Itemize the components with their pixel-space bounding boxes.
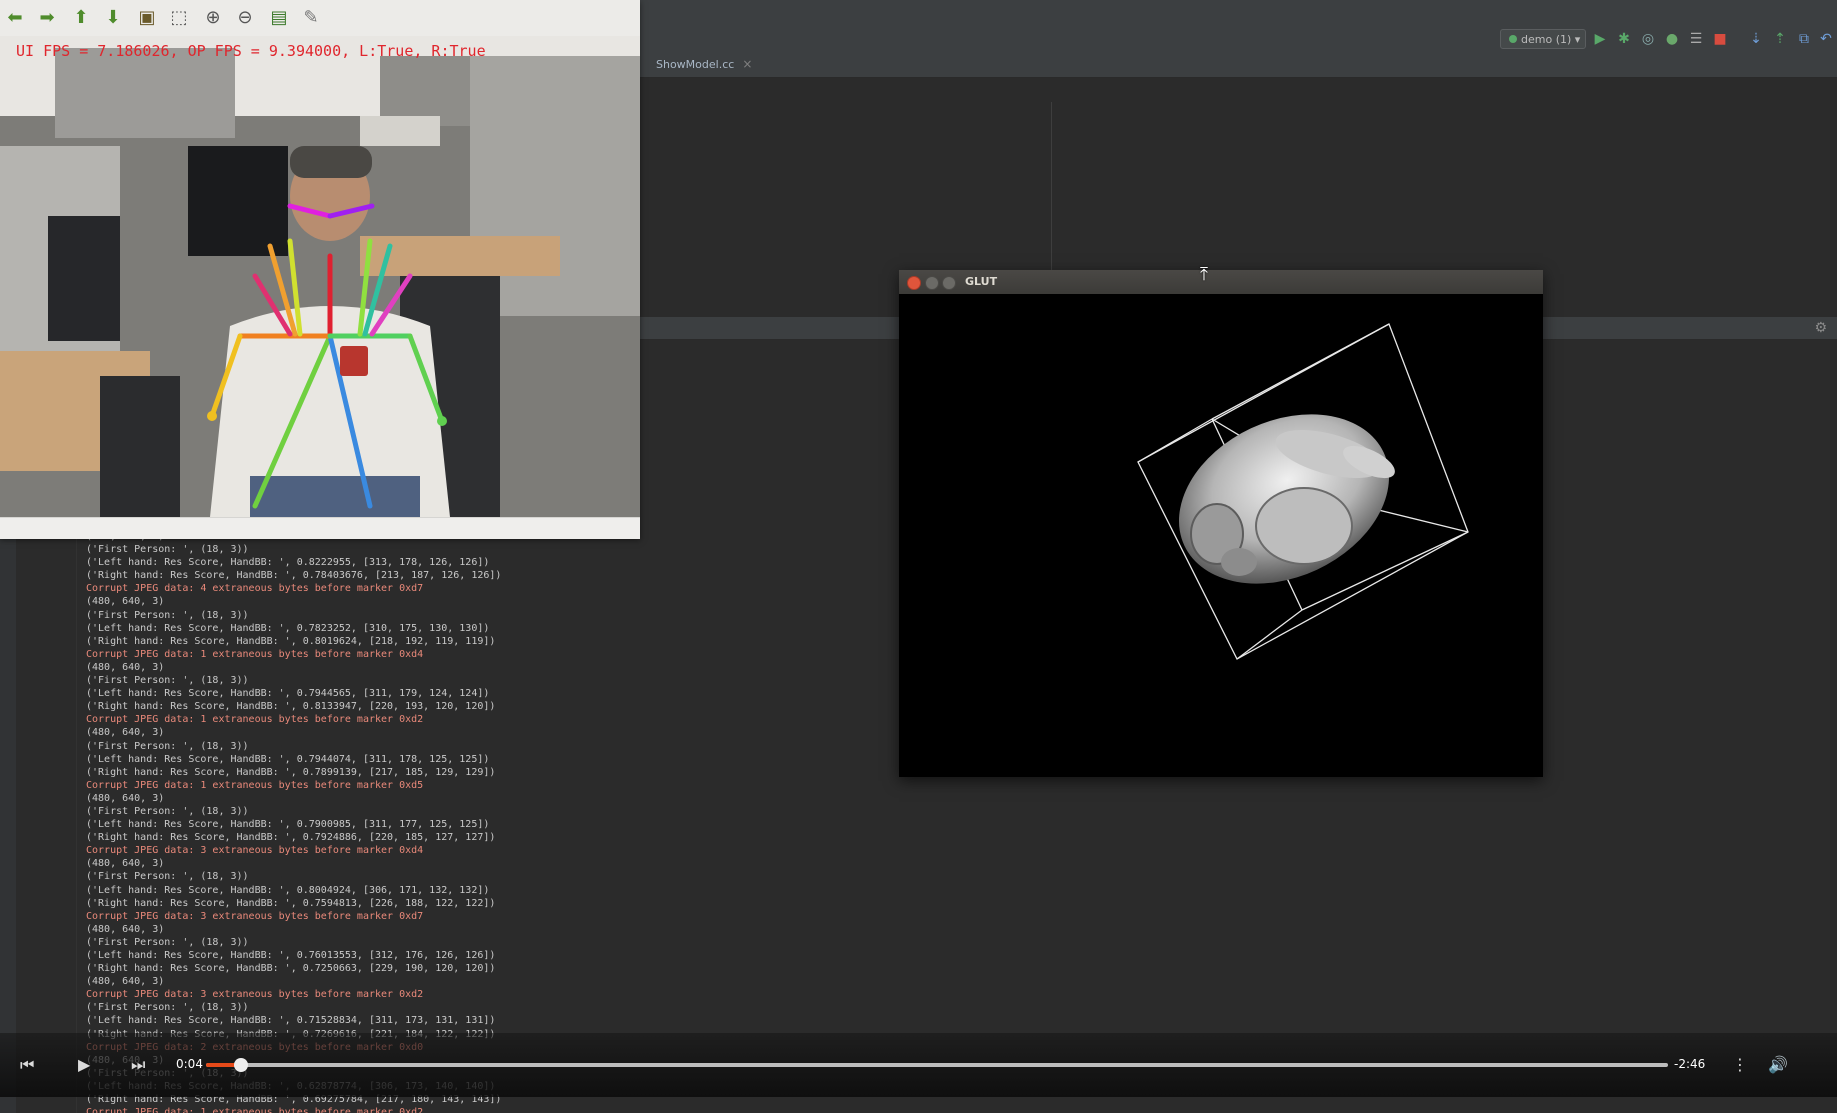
- glut-canvas[interactable]: [899, 294, 1543, 777]
- skip-next-icon[interactable]: ⏭: [131, 1055, 145, 1075]
- console-line: ('First Person: ', (18, 3)): [86, 936, 249, 948]
- save-icon[interactable]: ▤: [268, 8, 290, 28]
- coverage-icon[interactable]: ◎: [1640, 31, 1656, 47]
- console-line: Corrupt JPEG data: 3 extraneous bytes be…: [86, 910, 424, 922]
- console-line: Corrupt JPEG data: 3 extraneous bytes be…: [86, 989, 424, 1001]
- console-line: ('First Person: ', (18, 3)): [86, 544, 249, 556]
- console-line: (480, 640, 3): [86, 923, 165, 935]
- console-line: ('Left hand: Res Score, HandBB: ', 0.715…: [86, 1015, 496, 1027]
- console-line: (480, 640, 3): [86, 727, 165, 739]
- close-tab-icon[interactable]: ×: [742, 57, 752, 71]
- resize-cursor-icon: ⤒: [1200, 264, 1208, 285]
- vcs-history-icon[interactable]: ⧉: [1796, 31, 1812, 47]
- console-line: ('First Person: ', (18, 3)): [86, 740, 249, 752]
- run-config-label: demo (1): [1521, 33, 1572, 46]
- progress-slider[interactable]: [206, 1058, 1668, 1072]
- tab-label: ShowModel.cc: [656, 58, 735, 71]
- console-lines: (480, 640, 3)('First Person: ', (18, 3))…: [86, 530, 501, 1113]
- time-elapsed: 0:04: [176, 1057, 203, 1071]
- debug-icon[interactable]: ✱: [1616, 31, 1632, 47]
- volume-icon[interactable]: 🔊: [1768, 1055, 1788, 1075]
- camera-scene: [0, 36, 640, 517]
- console-line: ('Right hand: Res Score, HandBB: ', 0.79…: [86, 832, 496, 844]
- console-line: ('First Person: ', (18, 3)): [86, 1002, 249, 1014]
- console-line: ('Left hand: Res Score, HandBB: ', 0.794…: [86, 688, 490, 700]
- brush-icon[interactable]: ✎: [300, 8, 322, 28]
- console-line: ('Left hand: Res Score, HandBB: ', 0.760…: [86, 950, 496, 961]
- viewer-toolbar: ⬅ ➡ ⬆ ⬇ ▣ ⬚ ⊕ ⊖ ▤ ✎: [0, 0, 640, 37]
- console-line: ('First Person: ', (18, 3)): [86, 609, 249, 621]
- glut-titlebar[interactable]: GLUT: [899, 270, 1543, 295]
- bunny-render: [1137, 323, 1469, 660]
- console-line: (480, 640, 3): [86, 976, 165, 988]
- glut-window: GLUT: [899, 270, 1543, 777]
- console-output[interactable]: (480, 640, 3)('First Person: ', (18, 3))…: [86, 530, 786, 1113]
- maximize-button[interactable]: [942, 276, 956, 290]
- progress-thumb[interactable]: [234, 1058, 249, 1072]
- tab-showmodel[interactable]: ShowModel.cc ×: [640, 51, 762, 77]
- console-line: ('Left hand: Res Score, HandBB: ', 0.790…: [86, 819, 490, 831]
- stop-icon[interactable]: ■: [1712, 31, 1728, 47]
- console-line: ('Right hand: Res Score, HandBB: ', 0.80…: [86, 635, 496, 647]
- viewer-statusbar: [0, 517, 640, 539]
- play-icon[interactable]: ▶: [78, 1055, 90, 1075]
- media-player-controls: ⏮ ▶ ⏭ 0:04 -2:46 ⋮ 🔊: [0, 1033, 1837, 1097]
- time-remaining: -2:46: [1674, 1057, 1706, 1071]
- console-line: ('Left hand: Res Score, HandBB: ', 0.800…: [86, 884, 490, 896]
- console-line: Corrupt JPEG data: 4 extraneous bytes be…: [86, 583, 424, 595]
- zoom-in-icon[interactable]: ⊕: [202, 8, 224, 28]
- fps-overlay-text: UI FPS = 7.186026, OP FPS = 9.394000, L:…: [16, 42, 486, 60]
- console-line: ('Left hand: Res Score, HandBB: ', 0.782…: [86, 622, 490, 634]
- arrow-up-icon[interactable]: ⬆: [70, 8, 92, 28]
- console-line: ('Right hand: Res Score, HandBB: ', 0.78…: [86, 570, 502, 582]
- console-line: ('Right hand: Res Score, HandBB: ', 0.72…: [86, 963, 496, 975]
- console-line: ('Left hand: Res Score, HandBB: ', 0.822…: [86, 557, 490, 569]
- image-viewer-window: ⬅ ➡ ⬆ ⬇ ▣ ⬚ ⊕ ⊖ ▤ ✎ UI FPS = 7.186026, O…: [0, 0, 640, 539]
- console-line: ('Right hand: Res Score, HandBB: ', 0.75…: [86, 897, 496, 909]
- camera-image: [0, 36, 640, 517]
- run-config-icon: [1509, 35, 1517, 43]
- minimize-button[interactable]: [925, 276, 939, 290]
- console-line: (480, 640, 3): [86, 858, 165, 870]
- editor-tab-bar: ShowModel.cc ×: [640, 51, 1837, 78]
- console-line: ('First Person: ', (18, 3)): [86, 805, 249, 817]
- console-line: Corrupt JPEG data: 3 extraneous bytes be…: [86, 845, 424, 857]
- image-icon[interactable]: ▣: [136, 8, 158, 28]
- console-line: Corrupt JPEG data: 1 extraneous bytes be…: [86, 779, 424, 791]
- profile-icon[interactable]: ●: [1664, 31, 1680, 47]
- vcs-update-icon[interactable]: ⇣: [1748, 31, 1764, 47]
- console-line: Corrupt JPEG data: 1 extraneous bytes be…: [86, 648, 424, 660]
- build-icon[interactable]: ☰: [1688, 31, 1704, 47]
- skip-previous-icon[interactable]: ⏮: [20, 1055, 34, 1075]
- run-icon[interactable]: ▶: [1592, 31, 1608, 47]
- tool-window-stripe: [0, 530, 17, 1113]
- run-configuration-select[interactable]: demo (1) ▾: [1500, 29, 1586, 49]
- zoom-fit-icon[interactable]: ⬚: [168, 8, 190, 28]
- bunny-mesh: [1178, 414, 1395, 584]
- console-line: Corrupt JPEG data: 1 extraneous bytes be…: [86, 1107, 424, 1113]
- vcs-revert-icon[interactable]: ↶: [1818, 31, 1834, 47]
- arrow-left-icon[interactable]: ⬅: [4, 8, 26, 28]
- console-line: ('Right hand: Res Score, HandBB: ', 0.78…: [86, 766, 496, 778]
- console-line: ('First Person: ', (18, 3)): [86, 675, 249, 687]
- zoom-out-icon[interactable]: ⊖: [234, 8, 256, 28]
- editor-split-divider[interactable]: [1051, 102, 1052, 270]
- vcs-commit-icon[interactable]: ⇡: [1772, 31, 1788, 47]
- arrow-right-icon[interactable]: ➡: [36, 8, 58, 28]
- close-button[interactable]: [907, 276, 921, 290]
- arrow-down-icon[interactable]: ⬇: [102, 8, 124, 28]
- window-title: GLUT: [965, 275, 998, 288]
- console-line: Corrupt JPEG data: 1 extraneous bytes be…: [86, 714, 424, 726]
- console-line: ('Right hand: Res Score, HandBB: ', 0.81…: [86, 701, 496, 713]
- more-vertical-icon[interactable]: ⋮: [1732, 1055, 1748, 1075]
- console-line: (480, 640, 3): [86, 661, 165, 673]
- gear-icon[interactable]: ⚙: [1814, 320, 1827, 336]
- console-gutter: [16, 530, 77, 1113]
- console-line: ('Left hand: Res Score, HandBB: ', 0.794…: [86, 753, 490, 765]
- console-line: (480, 640, 3): [86, 596, 165, 608]
- console-line: (480, 640, 3): [86, 792, 165, 804]
- console-line: ('First Person: ', (18, 3)): [86, 871, 249, 883]
